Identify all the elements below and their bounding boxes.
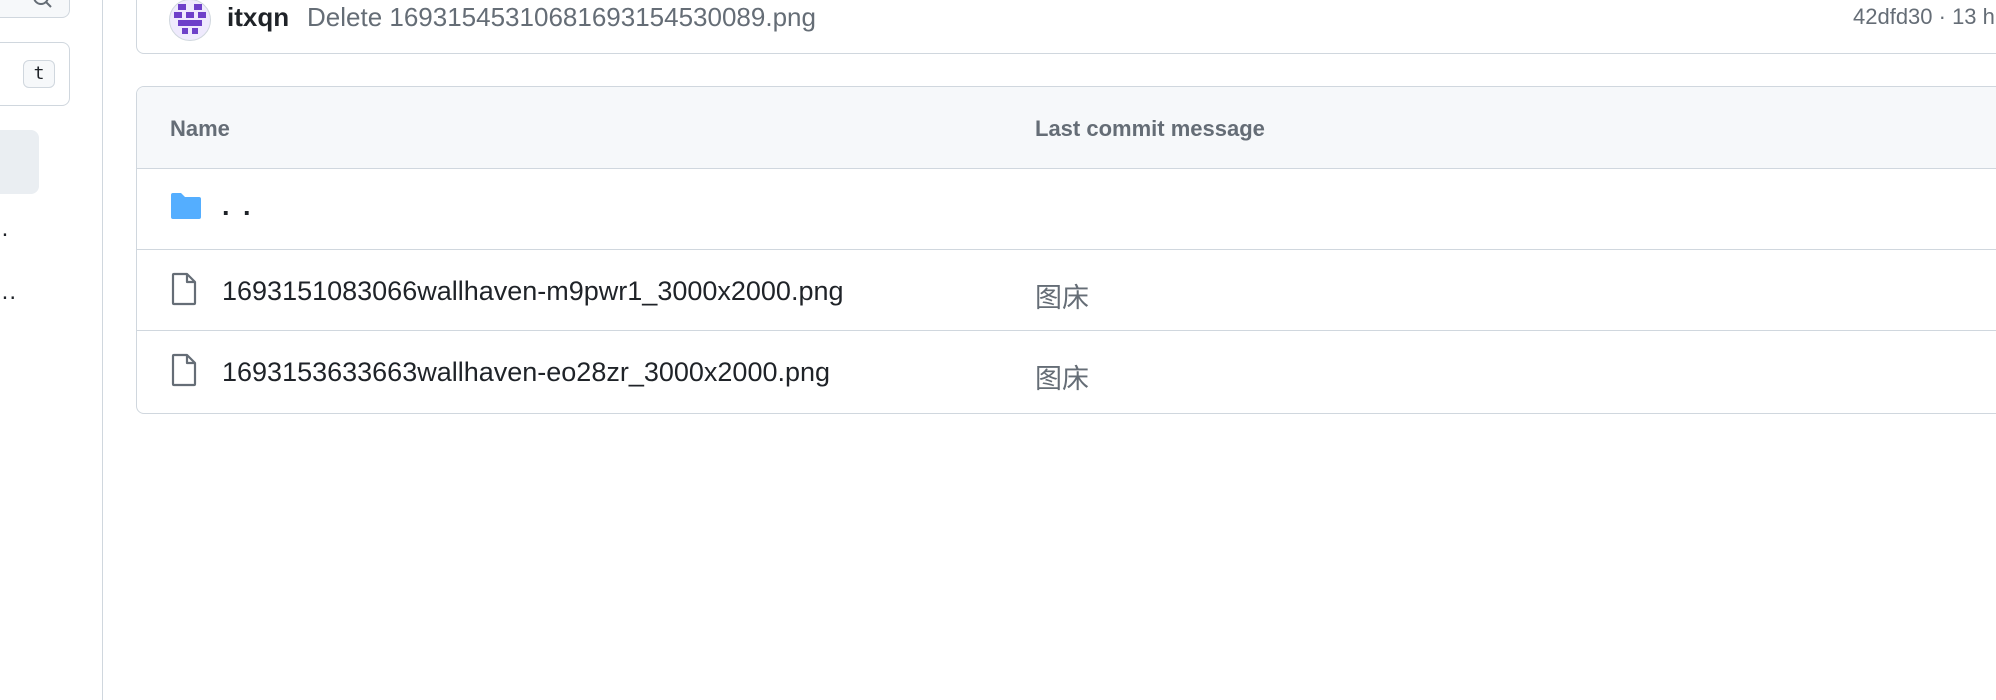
file-icon	[171, 272, 197, 306]
file-name-link[interactable]: 1693153633663wallhaven-eo28zr_3000x2000.…	[222, 357, 830, 388]
table-header: Name Last commit message	[137, 87, 1996, 169]
column-header-last-commit-message: Last commit message	[1035, 116, 1265, 141]
commit-message-link[interactable]: Delete 16931545310681693154530089.png	[307, 2, 816, 33]
file-table: Name Last commit message . . 16931510830…	[136, 86, 1996, 414]
repo-file-browser: t .. ... itxqn Delete 169315453106816931…	[0, 0, 1996, 700]
sidebar-item[interactable]: ..	[0, 215, 9, 243]
sidebar-item-selected[interactable]	[0, 130, 39, 194]
parent-directory-row[interactable]: . .	[137, 169, 1996, 250]
go-to-file-input[interactable]: t	[0, 42, 70, 106]
sidebar-item[interactable]: ...	[0, 278, 17, 306]
file-tree-sidebar: t .. ...	[0, 0, 103, 700]
table-row[interactable]: 1693151083066wallhaven-m9pwr1_3000x2000.…	[137, 250, 1996, 331]
latest-commit-bar: itxqn Delete 16931545310681693154530089.…	[136, 0, 1996, 54]
search-button[interactable]	[0, 0, 70, 18]
table-row[interactable]: 1693153633663wallhaven-eo28zr_3000x2000.…	[137, 331, 1996, 411]
commit-message-link[interactable]: 图床	[1035, 276, 1089, 315]
commit-author-link[interactable]: itxqn	[227, 2, 289, 33]
commit-message-link[interactable]: 图床	[1035, 357, 1089, 396]
parent-directory-link[interactable]: . .	[222, 191, 254, 222]
file-name-link[interactable]: 1693151083066wallhaven-m9pwr1_3000x2000.…	[222, 276, 844, 307]
file-icon	[171, 353, 197, 387]
keyboard-shortcut-hint: t	[23, 60, 55, 88]
commit-hash-link[interactable]: 42dfd30 · 13 h	[1853, 4, 1995, 30]
column-header-name: Name	[170, 116, 230, 141]
search-icon	[33, 0, 52, 8]
folder-icon	[171, 193, 201, 219]
identicon-icon	[174, 4, 206, 34]
avatar[interactable]	[169, 0, 211, 41]
